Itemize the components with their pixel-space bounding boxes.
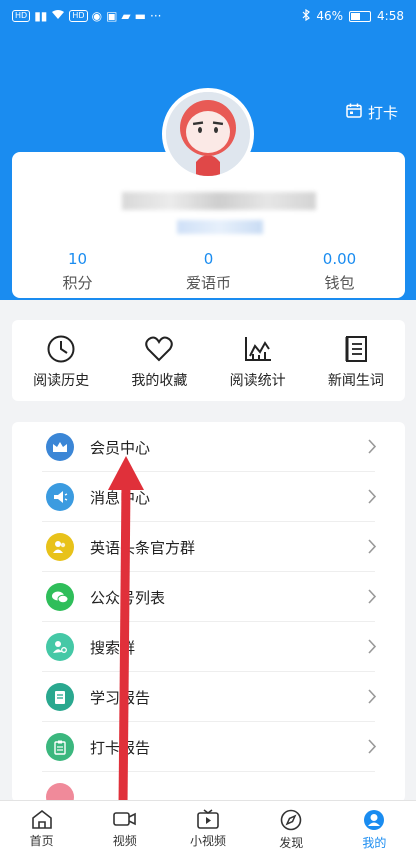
checkin-button[interactable]: 打卡 xyxy=(346,102,398,123)
hd-badge: HD xyxy=(12,10,31,22)
profile-icon xyxy=(364,810,385,830)
nav-label: 首页 xyxy=(29,834,54,848)
menu-item-search-group[interactable]: 搜索群 xyxy=(12,622,405,672)
shortcut-favorites[interactable]: 我的收藏 xyxy=(110,320,208,401)
stat-coins[interactable]: 0 爱语币 xyxy=(143,250,274,293)
menu-item-message-center[interactable]: 消息中心 xyxy=(12,472,405,522)
chevron-right-icon xyxy=(368,489,377,504)
heart-icon xyxy=(145,336,174,362)
nav-home[interactable]: 首页 xyxy=(0,801,83,858)
stat-wallet[interactable]: 0.00 钱包 xyxy=(274,250,405,293)
stat-value: 0.00 xyxy=(322,250,357,268)
hd-badge-2: HD xyxy=(69,10,88,22)
chevron-right-icon xyxy=(368,689,377,704)
calendar-icon xyxy=(346,103,362,122)
nav-short-video[interactable]: 小视频 xyxy=(166,801,249,858)
megaphone-icon xyxy=(46,483,74,511)
stat-points[interactable]: 10 积分 xyxy=(12,250,143,293)
menu-label: 打卡报告 xyxy=(90,738,151,757)
blurred-username xyxy=(122,192,316,210)
avatar[interactable] xyxy=(162,88,254,180)
app-notification-icon-4: ▬ xyxy=(134,9,146,23)
stat-label: 积分 xyxy=(62,274,93,292)
shortcut-label: 阅读统计 xyxy=(229,373,286,389)
avatar-illustration xyxy=(166,92,250,176)
shortcut-reading-stats[interactable]: 阅读统计 xyxy=(209,320,307,401)
clock-icon xyxy=(47,335,75,363)
menu-item-study-report[interactable]: 学习报告 xyxy=(12,672,405,722)
stat-label: 爱语币 xyxy=(185,274,231,292)
app-notification-icon-3: ▰ xyxy=(121,9,131,23)
chevron-right-icon xyxy=(368,439,377,454)
nav-label: 视频 xyxy=(112,834,137,848)
chevron-right-icon xyxy=(368,639,377,654)
blurred-user-id xyxy=(177,220,263,234)
more-notifications: ··· xyxy=(150,9,162,23)
crown-icon xyxy=(46,433,74,461)
menu-label: 搜索群 xyxy=(90,638,136,657)
home-icon xyxy=(31,809,52,829)
menu-item-vip-center[interactable]: 会员中心 xyxy=(12,422,405,472)
status-icons-left: HD ▮▮ HD ◉ ▣ ▰ ▬ ··· xyxy=(12,9,161,23)
notebook-icon xyxy=(345,336,367,362)
stat-label: 钱包 xyxy=(324,274,355,292)
compass-icon xyxy=(280,809,302,831)
battery-icon xyxy=(349,10,372,22)
nav-label: 发现 xyxy=(279,836,304,850)
nav-profile[interactable]: 我的 xyxy=(333,801,416,858)
menu-item-partial[interactable] xyxy=(12,772,405,802)
shortcut-label: 新闻生词 xyxy=(327,373,384,389)
bluetooth-icon xyxy=(302,8,311,24)
video-icon xyxy=(112,812,136,826)
shortcut-label: 我的收藏 xyxy=(131,373,188,389)
clipboard-icon xyxy=(46,733,74,761)
tv-icon xyxy=(197,809,219,829)
chevron-right-icon xyxy=(368,739,377,754)
stat-value: 10 xyxy=(67,250,88,268)
nav-discover[interactable]: 发现 xyxy=(250,801,333,858)
checkin-label: 打卡 xyxy=(367,104,398,122)
menu-label: 学习报告 xyxy=(90,688,151,707)
search-group-icon xyxy=(46,633,74,661)
app-notification-icon: ◉ xyxy=(91,9,103,23)
menu-label: 公众号列表 xyxy=(90,588,166,607)
shortcut-label: 阅读历史 xyxy=(33,373,90,389)
chart-icon xyxy=(244,337,271,361)
nav-label: 我的 xyxy=(362,836,387,850)
nav-label: 小视频 xyxy=(190,834,227,848)
chevron-right-icon xyxy=(368,589,377,604)
menu-item-official-accounts[interactable]: 公众号列表 xyxy=(12,572,405,622)
profile-stats: 10 积分 0 爱语币 0.00 钱包 xyxy=(12,250,405,293)
menu-item-checkin-report[interactable]: 打卡报告 xyxy=(12,722,405,772)
wifi-icon xyxy=(51,9,65,23)
status-bar: HD ▮▮ HD ◉ ▣ ▰ ▬ ··· 46% 4:58 xyxy=(0,0,416,32)
stat-value: 0 xyxy=(203,250,214,268)
wechat-icon xyxy=(46,583,74,611)
menu-label: 消息中心 xyxy=(90,488,151,507)
menu-label: 英语头条官方群 xyxy=(90,538,196,557)
menu-list: 会员中心 消息中心 英语头条官方群 公众号列表 搜索群 学习报告 打卡报告 xyxy=(12,422,405,802)
app-notification-icon-2: ▣ xyxy=(106,9,118,23)
shortcut-news-vocab[interactable]: 新闻生词 xyxy=(307,320,405,401)
chevron-right-icon xyxy=(368,539,377,554)
clock-time: 4:58 xyxy=(377,9,404,23)
report-icon xyxy=(46,683,74,711)
shortcut-card: 阅读历史 我的收藏 阅读统计 新闻生词 xyxy=(12,320,405,401)
shortcut-reading-history[interactable]: 阅读历史 xyxy=(12,320,110,401)
battery-percent: 46% xyxy=(316,9,344,23)
status-right: 46% 4:58 xyxy=(302,8,404,24)
menu-label: 会员中心 xyxy=(90,438,151,457)
bottom-nav: 首页 视频 小视频 发现 我的 xyxy=(0,800,416,858)
group-icon xyxy=(46,533,74,561)
nav-video[interactable]: 视频 xyxy=(83,801,166,858)
signal-icon: ▮▮ xyxy=(34,9,48,23)
menu-item-official-group[interactable]: 英语头条官方群 xyxy=(12,522,405,572)
